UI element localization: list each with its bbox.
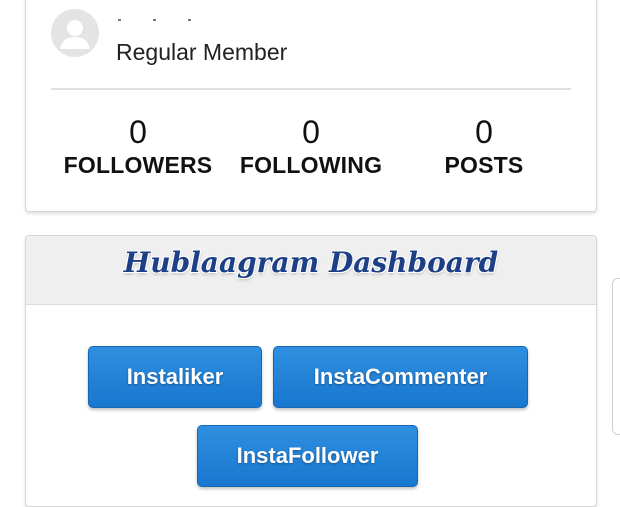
profile-card: Regular Member 0 FOLLOWERS 0 FOLLOWING 0… (25, 0, 597, 212)
followers-label: FOLLOWERS (63, 152, 213, 178)
following-count: 0 (302, 114, 320, 150)
followers-count: 0 (129, 114, 147, 150)
divider (51, 88, 571, 90)
stat-followers[interactable]: 0 FOLLOWERS (53, 115, 223, 179)
dashboard-header: Hublaagram Dashboard (26, 236, 596, 305)
username-obscured (118, 8, 238, 22)
instaliker-button[interactable]: Instaliker (88, 346, 262, 408)
posts-label: POSTS (444, 152, 524, 178)
stat-posts[interactable]: 0 POSTS (399, 115, 569, 179)
member-role: Regular Member (116, 39, 288, 65)
user-silhouette-icon (51, 9, 99, 57)
dashboard-title: Hublaagram Dashboard (123, 246, 499, 279)
stat-following[interactable]: 0 FOLLOWING (226, 115, 396, 179)
avatar[interactable] (51, 9, 99, 57)
instacommenter-button[interactable]: InstaCommenter (273, 346, 528, 408)
instafollower-button[interactable]: InstaFollower (197, 425, 418, 487)
side-drawer-handle[interactable] (612, 278, 620, 435)
posts-count: 0 (475, 114, 493, 150)
following-label: FOLLOWING (239, 152, 383, 178)
dashboard-card: Hublaagram Dashboard Instaliker InstaCom… (25, 235, 597, 507)
